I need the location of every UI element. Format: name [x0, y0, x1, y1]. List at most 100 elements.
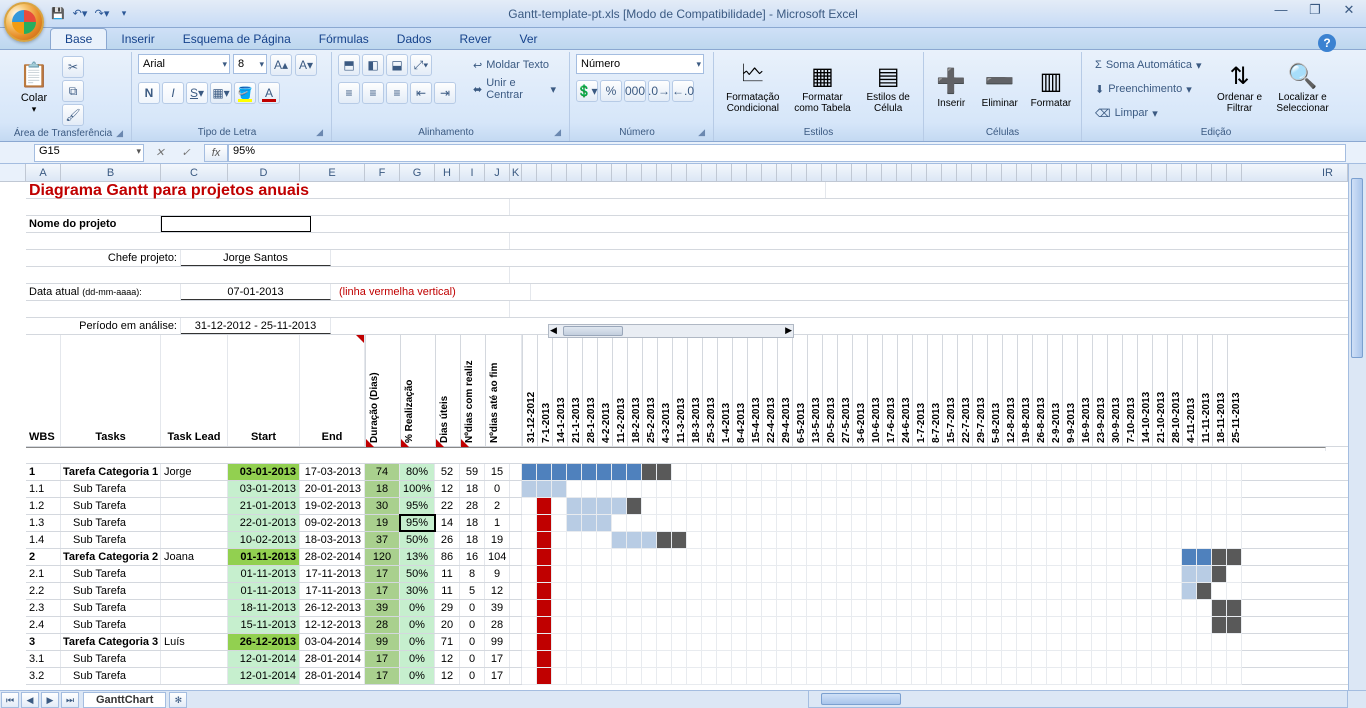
gantt-cell[interactable] — [1092, 464, 1107, 481]
col-header[interactable] — [702, 164, 717, 181]
col-header[interactable] — [717, 164, 732, 181]
gantt-cell[interactable] — [1167, 617, 1182, 634]
gantt-cell[interactable] — [522, 498, 537, 515]
gantt-cell[interactable] — [927, 566, 942, 583]
cell-wbs[interactable]: 1.4 — [26, 532, 61, 548]
gantt-cell[interactable] — [747, 634, 762, 651]
gantt-cell[interactable] — [1092, 651, 1107, 668]
gantt-cell[interactable] — [1167, 549, 1182, 566]
gantt-cell[interactable] — [1107, 566, 1122, 583]
gantt-cell[interactable] — [627, 617, 642, 634]
gantt-cell[interactable] — [897, 651, 912, 668]
gantt-cell[interactable] — [987, 498, 1002, 515]
gantt-cell[interactable] — [1062, 498, 1077, 515]
cell-real[interactable]: 18 — [460, 481, 485, 497]
cell-real[interactable]: 16 — [460, 549, 485, 565]
gantt-cell[interactable] — [1212, 617, 1227, 634]
cell-pct[interactable]: 0% — [400, 668, 435, 684]
cell-util[interactable]: 29 — [435, 600, 460, 616]
gantt-cell[interactable] — [1047, 532, 1062, 549]
gantt-cell[interactable] — [552, 617, 567, 634]
gantt-cell[interactable] — [1047, 566, 1062, 583]
gantt-cell[interactable] — [942, 583, 957, 600]
gantt-cell[interactable] — [987, 464, 1002, 481]
tab-inserir[interactable]: Inserir — [107, 29, 168, 49]
gantt-cell[interactable] — [867, 549, 882, 566]
cell-duration[interactable]: 17 — [365, 583, 400, 599]
gantt-cell[interactable] — [762, 651, 777, 668]
gantt-cell[interactable] — [1092, 532, 1107, 549]
gantt-cell[interactable] — [1167, 600, 1182, 617]
gantt-cell[interactable] — [1017, 515, 1032, 532]
cell-fim[interactable]: 28 — [485, 617, 510, 633]
gantt-cell[interactable] — [642, 515, 657, 532]
cell-real[interactable]: 59 — [460, 464, 485, 480]
gantt-cell[interactable] — [1107, 651, 1122, 668]
col-header[interactable]: J — [485, 164, 510, 181]
gantt-cell[interactable] — [1212, 634, 1227, 651]
cell-duration[interactable]: 99 — [365, 634, 400, 650]
gantt-cell[interactable] — [837, 464, 852, 481]
gantt-cell[interactable] — [1197, 515, 1212, 532]
gantt-cell[interactable] — [972, 532, 987, 549]
gantt-cell[interactable] — [762, 498, 777, 515]
gantt-cell[interactable] — [672, 668, 687, 685]
gantt-cell[interactable] — [792, 583, 807, 600]
gantt-cell[interactable] — [822, 617, 837, 634]
gantt-cell[interactable] — [807, 515, 822, 532]
gantt-cell[interactable] — [1032, 600, 1047, 617]
autosum-button[interactable]: ΣSoma Automática ▾ — [1088, 54, 1209, 76]
gantt-cell[interactable] — [927, 498, 942, 515]
gantt-cell[interactable] — [972, 498, 987, 515]
gantt-cell[interactable] — [1107, 583, 1122, 600]
gantt-cell[interactable] — [807, 464, 822, 481]
gantt-cell[interactable] — [1182, 481, 1197, 498]
gantt-cell[interactable] — [1107, 498, 1122, 515]
cell-real[interactable]: 18 — [460, 532, 485, 548]
col-header[interactable]: K — [510, 164, 522, 181]
gantt-cell[interactable] — [912, 583, 927, 600]
cell-pct[interactable]: 0% — [400, 651, 435, 667]
border-icon[interactable]: ▦▾ — [210, 82, 232, 104]
restore-button[interactable]: ❐ — [1304, 2, 1326, 18]
gantt-cell[interactable] — [1032, 634, 1047, 651]
gantt-cell[interactable] — [807, 498, 822, 515]
gantt-cell[interactable] — [762, 549, 777, 566]
gantt-cell[interactable] — [987, 634, 1002, 651]
gantt-cell[interactable] — [792, 549, 807, 566]
office-button[interactable] — [4, 2, 44, 42]
gantt-cell[interactable] — [792, 498, 807, 515]
cell-util[interactable]: 86 — [435, 549, 460, 565]
gantt-cell[interactable] — [657, 549, 672, 566]
cell-start[interactable]: 12-01-2014 — [228, 668, 300, 684]
cell-task[interactable]: Sub Tarefa — [61, 651, 161, 667]
col-header[interactable] — [1182, 164, 1197, 181]
gantt-cell[interactable] — [957, 498, 972, 515]
gantt-cell[interactable] — [717, 481, 732, 498]
gantt-cell[interactable] — [1137, 617, 1152, 634]
gantt-cell[interactable] — [702, 634, 717, 651]
gantt-cell[interactable] — [672, 532, 687, 549]
gantt-cell[interactable] — [1182, 532, 1197, 549]
gantt-cell[interactable] — [1122, 549, 1137, 566]
gantt-cell[interactable] — [1047, 668, 1062, 685]
cell-duration[interactable]: 74 — [365, 464, 400, 480]
col-header[interactable] — [1122, 164, 1137, 181]
align-right-icon[interactable]: ≡ — [386, 82, 408, 104]
help-icon[interactable]: ? — [1318, 34, 1336, 52]
gantt-cell[interactable] — [627, 668, 642, 685]
gantt-cell[interactable] — [837, 583, 852, 600]
gantt-cell[interactable] — [957, 634, 972, 651]
gantt-cell[interactable] — [762, 532, 777, 549]
col-header[interactable] — [747, 164, 762, 181]
gantt-cell[interactable] — [987, 481, 1002, 498]
cell-start[interactable]: 21-01-2013 — [228, 498, 300, 514]
cell-duration[interactable]: 39 — [365, 600, 400, 616]
gantt-cell[interactable] — [702, 464, 717, 481]
gantt-cell[interactable] — [1212, 481, 1227, 498]
gantt-cell[interactable] — [957, 651, 972, 668]
gantt-cell[interactable] — [972, 634, 987, 651]
gantt-cell[interactable] — [972, 600, 987, 617]
cell-pct[interactable]: 50% — [400, 566, 435, 582]
col-header[interactable] — [1212, 164, 1227, 181]
